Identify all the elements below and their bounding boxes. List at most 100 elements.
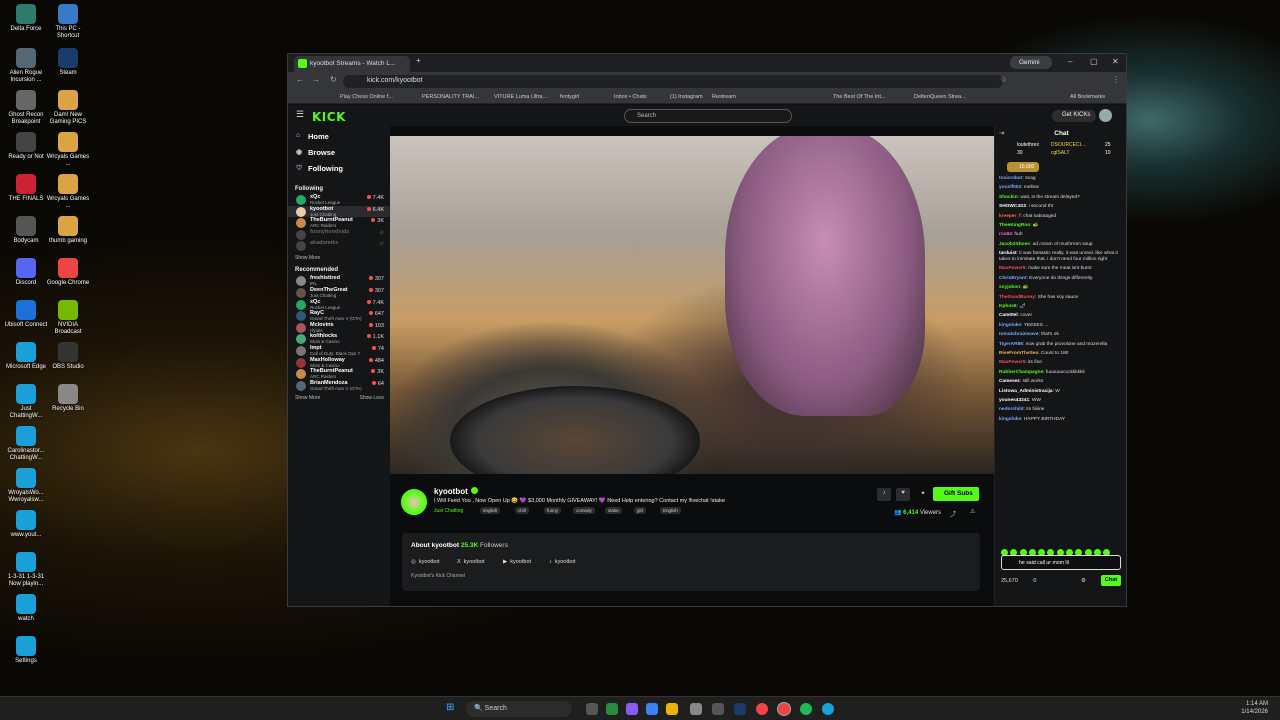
- share-icon[interactable]: ⤴: [950, 509, 956, 518]
- desktop-icon[interactable]: watch: [4, 594, 48, 623]
- desktop-icon[interactable]: Wrcyals Games ...: [46, 132, 90, 168]
- desktop-icon[interactable]: Wrcyals Games ...: [46, 174, 90, 210]
- show-more-recommended[interactable]: Show More: [295, 395, 320, 401]
- bookmark-item[interactable]: The Best Of The Int...: [833, 94, 885, 100]
- menu-icon[interactable]: ⋮: [1112, 75, 1120, 84]
- chat-username[interactable]: Shockin: [999, 195, 1018, 200]
- chat-input[interactable]: he said call ur mom lil: [1001, 555, 1121, 570]
- video-player[interactable]: [390, 136, 994, 474]
- tab-kyootbot[interactable]: kyootbot Streams - Watch L...: [294, 56, 410, 72]
- chat-username[interactable]: soyjokon: [999, 285, 1020, 290]
- edge-icon[interactable]: [822, 703, 834, 715]
- channel-item[interactable]: RayC Grand Theft Auto V (GTA) 647: [288, 310, 390, 322]
- chat-username[interactable]: MaxPower5: [999, 360, 1025, 365]
- gemini-button[interactable]: Gemini: [1010, 56, 1052, 69]
- desktop-icon[interactable]: Microsoft Edge: [4, 342, 48, 371]
- chat-username[interactable]: rox84: [999, 232, 1012, 237]
- user-avatar[interactable]: [1099, 109, 1112, 122]
- chat-username[interactable]: youslf002: [999, 185, 1021, 190]
- chat-username[interactable]: SHOWC4S3: [999, 204, 1026, 209]
- chat-username[interactable]: RiseFromTheSea: [999, 351, 1038, 356]
- desktop-icon[interactable]: This PC - Shortcut: [46, 4, 90, 40]
- sidebar-item-browse[interactable]: ◉ Browse: [288, 148, 390, 164]
- app-icon[interactable]: [690, 703, 702, 715]
- kicks-goal-badge[interactable]: 10,000: [1007, 162, 1039, 172]
- desktop-icon[interactable]: thumb gaming: [46, 216, 90, 245]
- desktop-icon[interactable]: Carolinastor... ChattingW...: [4, 426, 48, 462]
- chat-send-button[interactable]: Chat: [1101, 575, 1121, 586]
- desktop-icon[interactable]: www.yout...: [4, 510, 48, 539]
- collapse-chat-icon[interactable]: ⇥: [999, 129, 1004, 137]
- chrome-active-icon[interactable]: [777, 702, 791, 716]
- bookmark-star-icon[interactable]: ☆: [1000, 75, 1007, 84]
- spotify-icon[interactable]: [800, 703, 812, 715]
- desktop-icon[interactable]: THE FINALS: [4, 174, 48, 203]
- desktop-icon[interactable]: Google Chrome: [46, 258, 90, 287]
- chat-username[interactable]: kingsluke: [999, 323, 1021, 328]
- chat-username[interactable]: TheeKingRoo: [999, 223, 1030, 228]
- new-tab-icon[interactable]: +: [416, 56, 421, 65]
- chat-username[interactable]: Kphos6: [999, 304, 1017, 309]
- desktop-icon[interactable]: Steam: [46, 48, 90, 77]
- desktop-icon[interactable]: Delta Force: [4, 4, 48, 33]
- desktop-icon[interactable]: NVIDIA Broadcast: [46, 300, 90, 336]
- social-link[interactable]: Xkyootbot: [457, 559, 484, 565]
- channel-item[interactable]: kyootbot Just Chatting 6.4K: [288, 205, 390, 217]
- stream-tag[interactable]: stake: [605, 507, 622, 514]
- gift-extra-icon[interactable]: ✦: [916, 488, 930, 501]
- chat-username[interactable]: kingsluke: [999, 417, 1021, 422]
- show-more-following[interactable]: Show More: [288, 255, 390, 261]
- chat-username[interactable]: RubberChampagne: [999, 370, 1043, 375]
- channel-item[interactable]: funnyhoodvidz ⊘: [288, 229, 390, 240]
- channel-item[interactable]: MaxHolloway Slots & Casino 484: [288, 357, 390, 368]
- chat-username[interactable]: toxicrobot: [999, 176, 1022, 181]
- bookmark-item[interactable]: (1) Instagram: [670, 94, 703, 100]
- desktop-icon[interactable]: Just ChattingW...: [4, 384, 48, 420]
- channel-item[interactable]: BrianMendoza Grand Theft Auto V (GTA) 64: [288, 380, 390, 391]
- channel-item[interactable]: kolthlocks Slots & Casino 1.1K: [288, 333, 390, 345]
- desktop-icon[interactable]: Discord: [4, 258, 48, 287]
- chat-username[interactable]: Camesez: [999, 379, 1020, 384]
- settings-icon[interactable]: [712, 703, 724, 715]
- minimize-icon[interactable]: –: [1068, 57, 1072, 66]
- desktop-icon[interactable]: Ubisoft Connect: [4, 300, 48, 329]
- desktop-icon[interactable]: Ready or Not: [4, 132, 48, 161]
- chat-username[interactable]: MaxPower5: [999, 266, 1025, 271]
- chat-username[interactable]: tomatobrainwave: [999, 332, 1038, 337]
- chat-username[interactable]: kreeper_f: [999, 214, 1021, 219]
- forward-icon[interactable]: →: [312, 75, 320, 84]
- app-icon[interactable]: [646, 703, 658, 715]
- chat-username[interactable]: Cam0tel: [999, 313, 1018, 318]
- gift-subs-button[interactable]: Gift Subs: [933, 487, 979, 501]
- chat-settings-icon[interactable]: ⚙: [1081, 578, 1086, 584]
- url-field[interactable]: kick.com/kyootbot: [343, 75, 1003, 88]
- bookmark-item[interactable]: PERSONALITY TRAI...: [422, 94, 479, 100]
- close-icon[interactable]: ✕: [1112, 57, 1119, 66]
- stream-tag[interactable]: english: [480, 507, 501, 514]
- search-input[interactable]: Search: [624, 109, 792, 123]
- streamer-name-row[interactable]: kyootbot: [434, 487, 478, 496]
- stream-tag[interactable]: chill: [515, 507, 529, 514]
- chat-username[interactable]: Listowa_Administracija: [999, 389, 1053, 394]
- bookmark-item[interactable]: Restream: [712, 94, 736, 100]
- taskview-icon[interactable]: [586, 703, 598, 715]
- social-link[interactable]: ♪ kyootbot: [549, 559, 576, 565]
- bookmark-item[interactable]: fentygirl: [560, 94, 579, 100]
- social-link[interactable]: ◎ kyootbot: [411, 559, 440, 565]
- reload-icon[interactable]: ↻: [330, 75, 337, 84]
- chat-username[interactable]: nedorchild: [999, 407, 1024, 412]
- bookmark-item[interactable]: VITURE Luma Ultra...: [494, 94, 547, 100]
- chat-username[interactable]: TigerAR88: [999, 342, 1023, 347]
- app-icon[interactable]: [626, 703, 638, 715]
- channel-item[interactable]: Mclovins Hytale 103: [288, 322, 390, 333]
- follow-heart-icon[interactable]: ♥: [896, 488, 910, 501]
- maximize-icon[interactable]: ▢: [1090, 57, 1098, 66]
- desktop-icon[interactable]: OBS Studio: [46, 342, 90, 371]
- get-kicks-button[interactable]: Get KICKs: [1052, 110, 1096, 122]
- desktop-icon[interactable]: Bodycam: [4, 216, 48, 245]
- channel-item[interactable]: xQc Rocket League 7.4K: [288, 299, 390, 310]
- channel-item[interactable]: xQc Rocket League 7.4K: [288, 194, 390, 205]
- sidebar-item-following[interactable]: ♡ Following: [288, 164, 390, 180]
- bookmark-item[interactable]: All Bookmarks: [1070, 94, 1105, 100]
- desktop-icon[interactable]: Ghost Recon Breakpoint: [4, 90, 48, 126]
